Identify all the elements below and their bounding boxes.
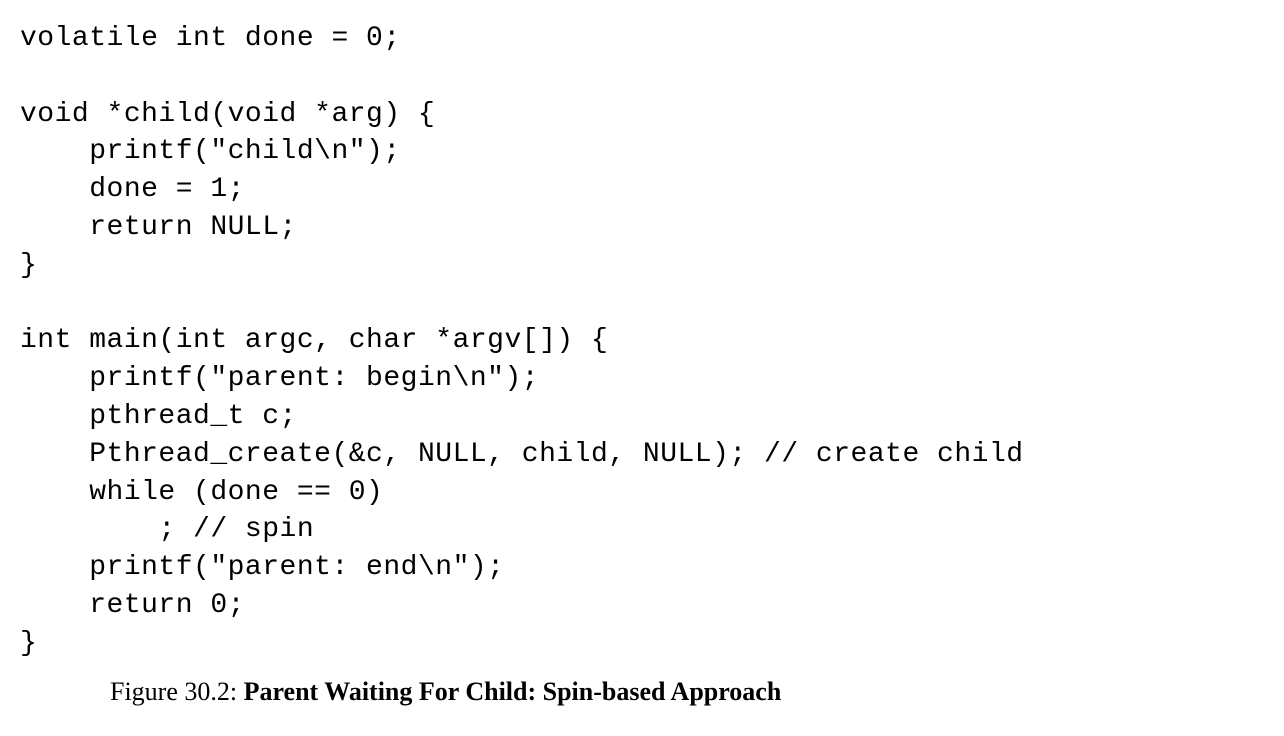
code-line: void *child(void *arg) {	[20, 99, 435, 130]
code-line: Pthread_create(&c, NULL, child, NULL); /…	[20, 439, 1024, 470]
code-line: ; // spin	[20, 514, 314, 545]
code-line: printf("parent: begin\n");	[20, 363, 539, 394]
figure-title: Parent Waiting For Child: Spin-based App…	[244, 677, 782, 706]
code-line: while (done == 0)	[20, 477, 383, 508]
code-line: }	[20, 250, 37, 281]
code-line: volatile int done = 0;	[20, 23, 401, 54]
code-line: done = 1;	[20, 174, 245, 205]
code-listing: volatile int done = 0; void *child(void …	[20, 20, 1284, 663]
figure-caption: Figure 30.2: Parent Waiting For Child: S…	[110, 677, 1284, 707]
code-line: return 0;	[20, 590, 245, 621]
code-line: pthread_t c;	[20, 401, 297, 432]
code-line: return NULL;	[20, 212, 297, 243]
code-line: printf("parent: end\n");	[20, 552, 504, 583]
figure-label: Figure 30.2:	[110, 677, 244, 706]
code-line: printf("child\n");	[20, 136, 401, 167]
code-line: }	[20, 628, 37, 659]
code-line: int main(int argc, char *argv[]) {	[20, 325, 608, 356]
